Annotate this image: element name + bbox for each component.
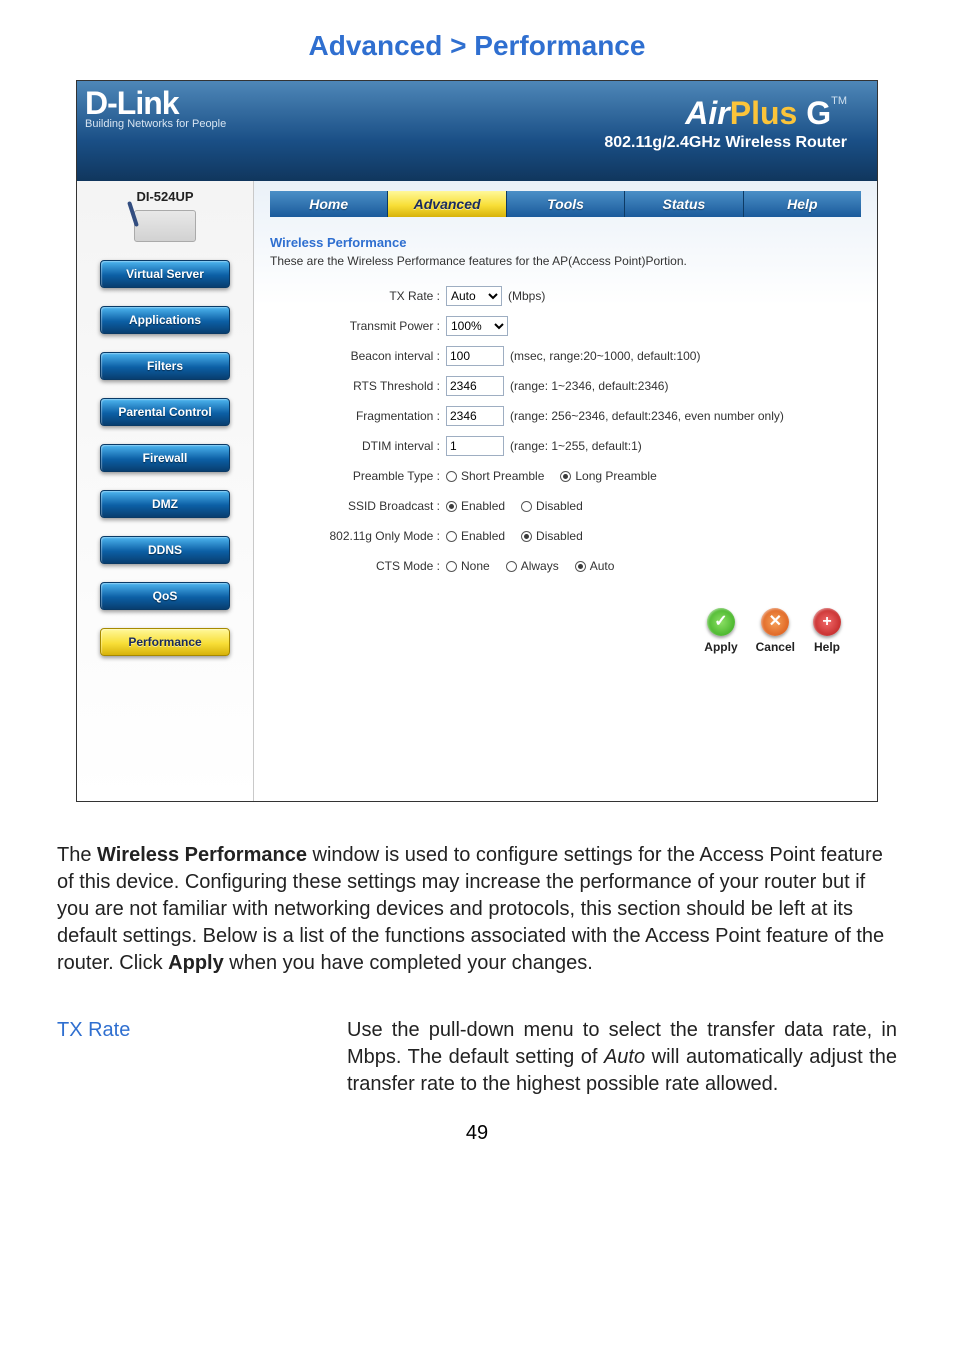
sidebar-item-firewall[interactable]: Firewall bbox=[100, 444, 230, 472]
cts-label: CTS Mode : bbox=[270, 559, 446, 573]
ssid-opt-disabled: Disabled bbox=[536, 499, 583, 513]
beacon-hint: (msec, range:20~1000, default:100) bbox=[510, 349, 700, 363]
transmit-power-label: Transmit Power : bbox=[270, 319, 446, 333]
model-label: DI-524UP bbox=[85, 189, 245, 204]
check-icon: ✓ bbox=[707, 608, 735, 636]
param-tx-rate-desc: Use the pull-down menu to select the tra… bbox=[347, 1017, 897, 1098]
tab-status[interactable]: Status bbox=[625, 191, 743, 217]
settings-form: TX Rate : Auto (Mbps) Transmit Power : 1… bbox=[270, 284, 861, 578]
preamble-long-radio[interactable] bbox=[560, 471, 571, 482]
page-number: 49 bbox=[40, 1122, 914, 1145]
frag-input[interactable] bbox=[446, 406, 504, 426]
gonly-label: 802.11g Only Mode : bbox=[270, 529, 446, 543]
router-admin-screenshot: D-Link Building Networks for People AirP… bbox=[76, 80, 878, 802]
action-buttons: ✓ Apply ✕ Cancel + Help bbox=[270, 608, 861, 654]
sidebar-item-parental-control[interactable]: Parental Control bbox=[100, 398, 230, 426]
dtim-label: DTIM interval : bbox=[270, 439, 446, 453]
model-box: DI-524UP bbox=[85, 189, 245, 242]
transmit-power-select[interactable]: 100% bbox=[446, 316, 508, 336]
plus-icon: + bbox=[813, 608, 841, 636]
frag-label: Fragmentation : bbox=[270, 409, 446, 423]
cts-opt-auto: Auto bbox=[590, 559, 615, 573]
rts-input[interactable] bbox=[446, 376, 504, 396]
explanatory-paragraph: The Wireless Performance window is used … bbox=[57, 842, 897, 977]
sidebar-item-qos[interactable]: QoS bbox=[100, 582, 230, 610]
airplus-logo: AirPlus GTM 802.11g/2.4GHz Wireless Rout… bbox=[604, 95, 847, 152]
cts-auto-radio[interactable] bbox=[575, 561, 586, 572]
frag-hint: (range: 256~2346, default:2346, even num… bbox=[510, 409, 784, 423]
router-icon bbox=[134, 210, 196, 242]
dlink-logo: D-Link Building Networks for People bbox=[85, 85, 226, 130]
tab-home[interactable]: Home bbox=[270, 191, 388, 217]
sidebar-item-performance[interactable]: Performance bbox=[100, 628, 230, 656]
gonly-opt-disabled: Disabled bbox=[536, 529, 583, 543]
section-title: Wireless Performance bbox=[270, 235, 861, 250]
dlink-brand-text: D-Link bbox=[85, 85, 226, 122]
content-panel: Home Advanced Tools Status Help Wireless… bbox=[253, 181, 877, 801]
sidebar: DI-524UP Virtual Server Applications Fil… bbox=[77, 181, 253, 801]
airplus-subtitle: 802.11g/2.4GHz Wireless Router bbox=[604, 134, 847, 152]
sidebar-item-filters[interactable]: Filters bbox=[100, 352, 230, 380]
ssid-label: SSID Broadcast : bbox=[270, 499, 446, 513]
rts-hint: (range: 1~2346, default:2346) bbox=[510, 379, 668, 393]
sidebar-item-ddns[interactable]: DDNS bbox=[100, 536, 230, 564]
tx-rate-label: TX Rate : bbox=[270, 289, 446, 303]
ssid-opt-enabled: Enabled bbox=[461, 499, 505, 513]
cts-none-radio[interactable] bbox=[446, 561, 457, 572]
beacon-label: Beacon interval : bbox=[270, 349, 446, 363]
tab-advanced[interactable]: Advanced bbox=[388, 191, 506, 217]
apply-label: Apply bbox=[704, 640, 737, 654]
tx-rate-unit: (Mbps) bbox=[508, 289, 545, 303]
sidebar-item-applications[interactable]: Applications bbox=[100, 306, 230, 334]
apply-button[interactable]: ✓ Apply bbox=[704, 608, 737, 654]
tab-help[interactable]: Help bbox=[744, 191, 861, 217]
tx-rate-select[interactable]: Auto bbox=[446, 286, 502, 306]
gonly-opt-enabled: Enabled bbox=[461, 529, 505, 543]
parameter-row: TX Rate Use the pull-down menu to select… bbox=[57, 1017, 897, 1098]
banner: D-Link Building Networks for People AirP… bbox=[77, 81, 877, 181]
help-button[interactable]: + Help bbox=[813, 608, 841, 654]
dtim-hint: (range: 1~255, default:1) bbox=[510, 439, 642, 453]
ssid-disabled-radio[interactable] bbox=[521, 501, 532, 512]
airplus-plus: Plus bbox=[730, 95, 798, 131]
page-title: Advanced > Performance bbox=[40, 30, 914, 62]
dlink-tagline: Building Networks for People bbox=[85, 118, 226, 130]
dtim-input[interactable] bbox=[446, 436, 504, 456]
preamble-label: Preamble Type : bbox=[270, 469, 446, 483]
airplus-air: Air bbox=[685, 95, 729, 131]
cts-opt-none: None bbox=[461, 559, 490, 573]
cts-always-radio[interactable] bbox=[506, 561, 517, 572]
tab-tools[interactable]: Tools bbox=[507, 191, 625, 217]
ssid-enabled-radio[interactable] bbox=[446, 501, 457, 512]
airplus-tm: TM bbox=[831, 95, 847, 107]
param-tx-rate-label: TX Rate bbox=[57, 1017, 307, 1098]
preamble-short-radio[interactable] bbox=[446, 471, 457, 482]
rts-label: RTS Threshold : bbox=[270, 379, 446, 393]
cts-opt-always: Always bbox=[521, 559, 559, 573]
tabstrip: Home Advanced Tools Status Help bbox=[270, 191, 861, 217]
gonly-enabled-radio[interactable] bbox=[446, 531, 457, 542]
cancel-label: Cancel bbox=[756, 640, 795, 654]
section-description: These are the Wireless Performance featu… bbox=[270, 254, 861, 268]
sidebar-item-virtual-server[interactable]: Virtual Server bbox=[100, 260, 230, 288]
gonly-disabled-radio[interactable] bbox=[521, 531, 532, 542]
help-label: Help bbox=[814, 640, 840, 654]
beacon-input[interactable] bbox=[446, 346, 504, 366]
cross-icon: ✕ bbox=[761, 608, 789, 636]
sidebar-item-dmz[interactable]: DMZ bbox=[100, 490, 230, 518]
airplus-g: G bbox=[797, 95, 831, 131]
cancel-button[interactable]: ✕ Cancel bbox=[756, 608, 795, 654]
preamble-opt-short: Short Preamble bbox=[461, 469, 544, 483]
preamble-opt-long: Long Preamble bbox=[575, 469, 656, 483]
